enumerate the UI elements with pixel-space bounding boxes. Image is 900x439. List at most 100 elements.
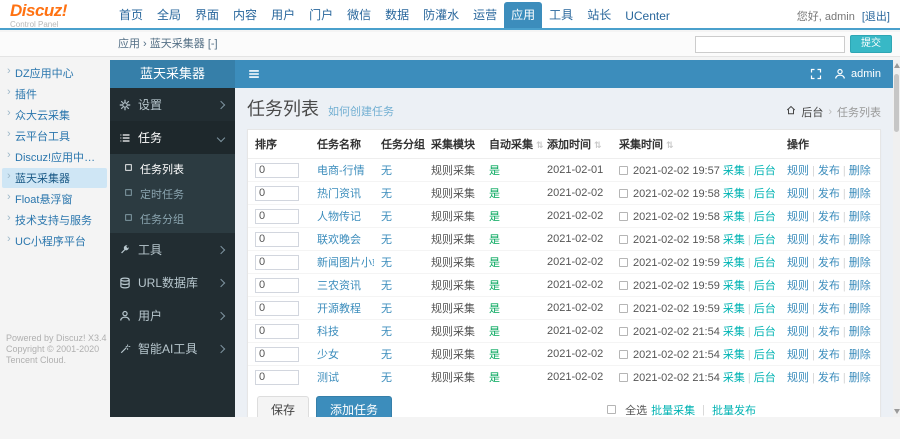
outer-sidebar-item-6[interactable]: 蓝天采集器 [2,168,107,188]
delete-link[interactable]: 删除 [849,349,871,361]
collect-now-link[interactable]: 采集 [723,257,745,269]
hamburger-menu-icon[interactable] [247,67,261,81]
backend-collect-link[interactable]: 后台 [754,372,776,384]
order-input[interactable] [255,209,299,224]
publish-link[interactable]: 发布 [818,372,840,384]
help-link[interactable]: 如何创建任务 [328,103,394,119]
row-checkbox[interactable] [619,189,628,198]
row-checkbox[interactable] [619,166,628,175]
task-group-link[interactable]: 无 [381,326,392,338]
delete-link[interactable]: 删除 [849,372,871,384]
task-name-link[interactable]: 测试 [317,372,339,384]
outer-sidebar-item-8[interactable]: 技术支持与服务 [2,210,107,230]
order-input[interactable] [255,163,299,178]
row-checkbox[interactable] [619,258,628,267]
collect-now-link[interactable]: 采集 [723,303,745,315]
publish-link[interactable]: 发布 [818,326,840,338]
plugin-menu-item-1[interactable]: 设置 [110,88,235,121]
sort-icon[interactable]: ⇅ [536,140,544,150]
backend-collect-link[interactable]: 后台 [754,188,776,200]
publish-link[interactable]: 发布 [818,234,840,246]
backend-collect-link[interactable]: 后台 [754,165,776,177]
collect-now-link[interactable]: 采集 [723,280,745,292]
search-submit-button[interactable]: 提交 [850,35,892,53]
plugin-menu-item-5[interactable]: 用户 [110,299,235,332]
sort-icon[interactable]: ⇅ [594,140,602,150]
order-input[interactable] [255,278,299,293]
nav-tab-5[interactable]: 用户 [264,2,302,28]
nav-tab-6[interactable]: 门户 [302,2,340,28]
backend-collect-link[interactable]: 后台 [754,326,776,338]
task-group-link[interactable]: 无 [381,188,392,200]
rule-link[interactable]: 规则 [787,257,809,269]
collect-now-link[interactable]: 采集 [723,349,745,361]
outer-sidebar-item-5[interactable]: Discuz!应用中心升级 [2,147,107,167]
row-checkbox[interactable] [619,212,628,221]
delete-link[interactable]: 删除 [849,326,871,338]
task-name-link[interactable]: 联欢晚会 [317,234,361,246]
task-name-link[interactable]: 科技 [317,326,339,338]
rule-link[interactable]: 规则 [787,188,809,200]
delete-link[interactable]: 删除 [849,280,871,292]
backend-collect-link[interactable]: 后台 [754,211,776,223]
nav-tab-10[interactable]: 运营 [466,2,504,28]
collect-now-link[interactable]: 采集 [723,326,745,338]
scroll-down-icon[interactable] [894,409,900,414]
rule-link[interactable]: 规则 [787,211,809,223]
plugin-submenu-item-2[interactable]: 定时任务 [110,181,235,206]
breadcrumb-home[interactable]: 后台 [801,104,823,120]
nav-tab-3[interactable]: 界面 [188,2,226,28]
publish-link[interactable]: 发布 [818,257,840,269]
order-input[interactable] [255,324,299,339]
task-group-link[interactable]: 无 [381,165,392,177]
nav-tab-12[interactable]: 工具 [542,2,580,28]
backend-collect-link[interactable]: 后台 [754,257,776,269]
row-checkbox[interactable] [619,327,628,336]
nav-tab-9[interactable]: 防灌水 [416,2,466,28]
batch-collect-link[interactable]: 批量采集 [651,402,695,418]
task-name-link[interactable]: 热门资讯 [317,188,361,200]
rule-link[interactable]: 规则 [787,326,809,338]
rule-link[interactable]: 规则 [787,372,809,384]
publish-link[interactable]: 发布 [818,280,840,292]
outer-sidebar-item-9[interactable]: UC小程序平台 [2,231,107,251]
outer-sidebar-item-7[interactable]: Float悬浮窗 [2,189,107,209]
nav-tab-7[interactable]: 微信 [340,2,378,28]
backend-collect-link[interactable]: 后台 [754,303,776,315]
row-checkbox[interactable] [619,350,628,359]
delete-link[interactable]: 删除 [849,234,871,246]
rule-link[interactable]: 规则 [787,349,809,361]
task-group-link[interactable]: 无 [381,234,392,246]
backend-collect-link[interactable]: 后台 [754,234,776,246]
plugin-submenu-item-3[interactable]: 任务分组 [110,206,235,231]
rule-link[interactable]: 规则 [787,280,809,292]
row-checkbox[interactable] [619,281,628,290]
order-input[interactable] [255,301,299,316]
row-checkbox[interactable] [619,373,628,382]
select-all-checkbox[interactable] [607,405,616,414]
publish-link[interactable]: 发布 [818,303,840,315]
save-button[interactable]: 保存 [257,396,309,417]
outer-sidebar-item-2[interactable]: 插件 [2,84,107,104]
nav-tab-11[interactable]: 应用 [504,2,542,28]
collect-now-link[interactable]: 采集 [723,188,745,200]
collect-now-link[interactable]: 采集 [723,234,745,246]
backend-collect-link[interactable]: 后台 [754,349,776,361]
nav-tab-4[interactable]: 内容 [226,2,264,28]
plugin-menu-item-2[interactable]: 任务 [110,121,235,154]
outer-sidebar-item-1[interactable]: DZ应用中心 [2,63,107,83]
task-name-link[interactable]: 新闻图片小站 [317,257,374,269]
sort-icon[interactable]: ⇅ [666,140,674,150]
row-checkbox[interactable] [619,235,628,244]
task-group-link[interactable]: 无 [381,303,392,315]
task-name-link[interactable]: 开源教程 [317,303,361,315]
publish-link[interactable]: 发布 [818,349,840,361]
plugin-menu-item-6[interactable]: 智能AI工具 [110,332,235,365]
task-name-link[interactable]: 电商-行情 [317,165,365,177]
delete-link[interactable]: 删除 [849,188,871,200]
delete-link[interactable]: 删除 [849,303,871,315]
plugin-menu-item-4[interactable]: URL数据库 [110,266,235,299]
task-group-link[interactable]: 无 [381,211,392,223]
scrollbar-thumb[interactable] [894,74,899,132]
task-group-link[interactable]: 无 [381,280,392,292]
